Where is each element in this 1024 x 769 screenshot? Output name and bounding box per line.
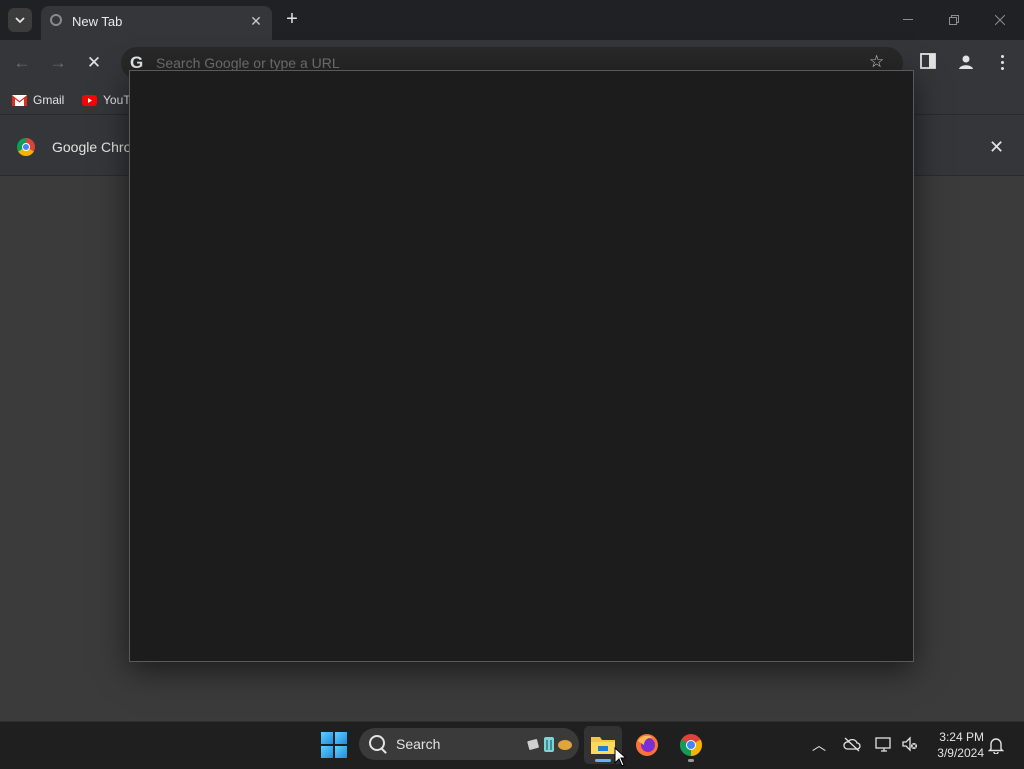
profile-button[interactable] bbox=[955, 51, 977, 73]
search-icon bbox=[369, 735, 385, 751]
restore-icon bbox=[949, 15, 959, 25]
loading-spinner-icon bbox=[50, 14, 62, 26]
taskbar-firefox[interactable] bbox=[628, 726, 666, 764]
taskbar-chrome[interactable] bbox=[672, 726, 710, 764]
chrome-icon bbox=[680, 734, 702, 756]
firefox-icon bbox=[636, 734, 658, 756]
restore-button[interactable] bbox=[931, 5, 977, 35]
back-button[interactable]: ← bbox=[10, 51, 34, 75]
cloud-offline-icon[interactable] bbox=[843, 736, 861, 752]
tab-title: New Tab bbox=[72, 14, 123, 29]
network-icon[interactable] bbox=[875, 736, 893, 752]
clock-time[interactable]: 3:24 PM bbox=[930, 730, 984, 744]
search-highlight-icon bbox=[527, 737, 572, 752]
new-tab-button[interactable]: + bbox=[281, 8, 303, 30]
side-panel-icon[interactable] bbox=[920, 53, 936, 69]
youtube-icon bbox=[82, 94, 97, 106]
tray-overflow-chevron-icon[interactable]: ︿ bbox=[812, 735, 826, 755]
taskbar: Search ︿ 3:24 PM 3/9/2024 bbox=[0, 721, 1024, 769]
start-button[interactable] bbox=[321, 732, 347, 758]
bookmark-gmail[interactable]: Gmail bbox=[12, 90, 64, 110]
speaker-muted-icon[interactable] bbox=[901, 736, 919, 752]
bookmark-youtube[interactable]: YouT bbox=[82, 90, 131, 110]
info-bar-close-button[interactable]: ✕ bbox=[989, 137, 1004, 158]
chrome-icon bbox=[17, 138, 35, 156]
minimize-button[interactable] bbox=[885, 5, 931, 35]
bookmark-star-icon[interactable]: ☆ bbox=[869, 52, 884, 72]
mouse-pointer-icon bbox=[614, 747, 626, 767]
person-icon bbox=[959, 55, 973, 69]
folder-icon bbox=[591, 737, 615, 754]
menu-button[interactable] bbox=[991, 51, 1013, 73]
close-window-button[interactable] bbox=[977, 5, 1023, 35]
forward-button[interactable]: → bbox=[46, 51, 70, 75]
taskbar-search[interactable]: Search bbox=[359, 728, 579, 760]
close-icon bbox=[995, 15, 1005, 25]
stop-loading-button[interactable]: ✕ bbox=[82, 51, 106, 75]
minimize-icon bbox=[903, 19, 913, 20]
tab-close-button[interactable]: ✕ bbox=[246, 11, 266, 31]
tab-new-tab[interactable]: New Tab ✕ bbox=[41, 6, 272, 40]
notification-bell-icon[interactable] bbox=[988, 736, 1004, 754]
chevron-down-icon bbox=[15, 17, 25, 24]
tab-strip: New Tab ✕ + bbox=[0, 0, 1024, 40]
bookmark-label: Gmail bbox=[33, 93, 65, 107]
clock-date[interactable]: 3/9/2024 bbox=[930, 746, 984, 760]
taskbar-search-label: Search bbox=[396, 736, 441, 752]
bookmark-label: YouT bbox=[103, 93, 131, 107]
omnibox-popup bbox=[129, 70, 914, 662]
info-bar-text: Google Chron bbox=[52, 139, 140, 155]
gmail-icon bbox=[12, 94, 27, 106]
tab-search-button[interactable] bbox=[8, 8, 32, 32]
